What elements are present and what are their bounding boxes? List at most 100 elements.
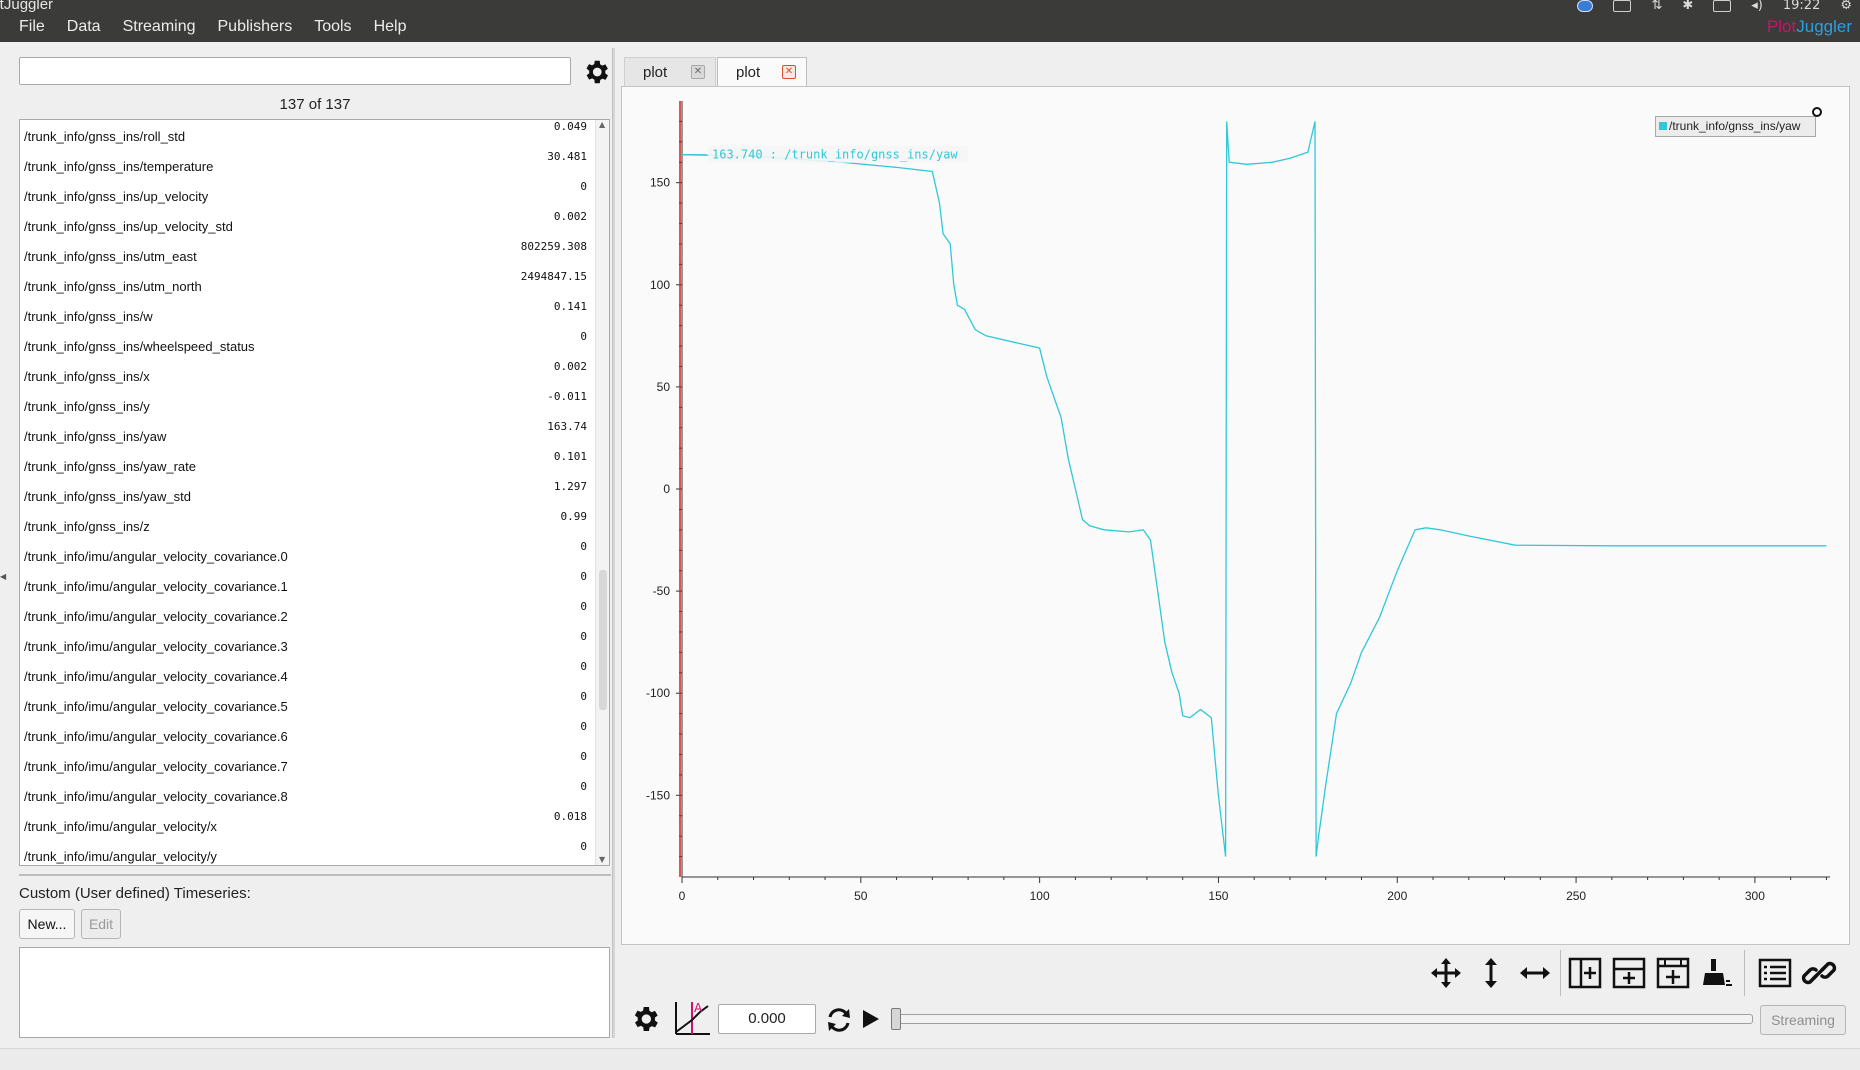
close-tab-icon[interactable]: ✕	[782, 65, 796, 79]
x-tick-label: 50	[854, 889, 868, 903]
clock[interactable]: 19:22	[1783, 0, 1820, 13]
teamviewer-icon[interactable]	[1577, 0, 1594, 12]
menu-help[interactable]: Help	[363, 16, 418, 38]
list-item[interactable]: /trunk_info/gnss_ins/yaw_rate 0.101	[20, 450, 593, 480]
time-reference-icon[interactable]: A	[672, 998, 712, 1038]
new-custom-button[interactable]: New...	[19, 909, 75, 939]
x-tick-label: 200	[1387, 889, 1407, 903]
timeseries-list[interactable]: /trunk_info/gnss_ins/roll_std 0.049/trunk…	[19, 119, 610, 866]
series-value: 1.297	[553, 480, 587, 493]
series-value: 0	[580, 570, 587, 583]
split-vertical-icon[interactable]	[1611, 955, 1647, 991]
menu-publishers[interactable]: Publishers	[207, 16, 304, 38]
list-item[interactable]: /trunk_info/gnss_ins/z 0.99	[20, 510, 593, 540]
list-item[interactable]: /trunk_info/gnss_ins/x 0.002	[20, 360, 593, 390]
panel-divider	[19, 874, 611, 876]
list-item[interactable]: /trunk_info/gnss_ins/up_velocity_std 0.00…	[20, 210, 593, 240]
zoom-vertical-icon[interactable]	[1473, 955, 1509, 991]
list-item[interactable]: /trunk_info/imu/angular_velocity_covaria…	[20, 600, 593, 630]
series-value: 0	[580, 630, 587, 643]
series-value: 0.101	[553, 450, 587, 463]
menu-tools[interactable]: Tools	[303, 16, 362, 38]
link-axes-icon[interactable]	[1801, 955, 1837, 991]
series-line-yaw[interactable]	[681, 121, 1827, 857]
menu-data[interactable]: Data	[56, 16, 112, 38]
zoom-pan-icon[interactable]	[1428, 955, 1464, 991]
menu-streaming[interactable]: Streaming	[112, 16, 207, 38]
list-item[interactable]: /trunk_info/gnss_ins/roll_std 0.049	[20, 120, 593, 150]
list-item[interactable]: /trunk_info/imu/angular_velocity_covaria…	[20, 780, 593, 810]
list-item[interactable]: /trunk_info/gnss_ins/yaw 163.74	[20, 420, 593, 450]
settings-gear-icon[interactable]: ⚙	[1840, 0, 1852, 13]
network-icon[interactable]: ⇅	[1651, 0, 1662, 13]
series-value: 0.018	[553, 810, 587, 823]
list-item[interactable]: /trunk_info/gnss_ins/w 0.141	[20, 300, 593, 330]
splitter-handle[interactable]	[612, 48, 615, 1038]
time-value-field[interactable]: 0.000	[718, 1004, 816, 1034]
list-item[interactable]: /trunk_info/gnss_ins/up_velocity 0	[20, 180, 593, 210]
battery-icon[interactable]	[1713, 0, 1732, 12]
scroll-up-icon[interactable]: ▲	[599, 120, 607, 130]
series-name: /trunk_info/gnss_ins/w	[24, 309, 153, 324]
plot-legend[interactable]: /trunk_info/gnss_ins/yaw	[1655, 116, 1816, 137]
series-name: /trunk_info/imu/angular_velocity_covaria…	[24, 639, 288, 654]
tab-plot-1[interactable]: plot ✕	[624, 57, 716, 87]
scroll-down-icon[interactable]: ▼	[599, 855, 607, 865]
list-scrollbar[interactable]: ▲ ▼	[595, 120, 609, 865]
playback-settings-gear-icon[interactable]	[629, 1003, 661, 1035]
series-name: /trunk_info/gnss_ins/utm_east	[24, 249, 197, 264]
toolbar-separator	[1744, 950, 1745, 996]
zoom-horizontal-icon[interactable]	[1517, 955, 1553, 991]
window-title: PlotJuggler	[0, 0, 54, 13]
series-name: /trunk_info/gnss_ins/y	[24, 399, 150, 414]
plot-area[interactable]: 0 50 100 150 200 250 300 150 100 50 0 -50 -100 -150 16…	[621, 86, 1850, 945]
brand-logo: PlotJuggler	[1767, 17, 1852, 37]
series-name: /trunk_info/gnss_ins/utm_north	[24, 279, 202, 294]
list-item[interactable]: /trunk_info/gnss_ins/yaw_std 1.297	[20, 480, 593, 510]
streaming-button[interactable]: Streaming	[1760, 1005, 1846, 1035]
list-item[interactable]: /trunk_info/imu/angular_velocity_covaria…	[20, 720, 593, 750]
list-item[interactable]: /trunk_info/imu/angular_velocity_covaria…	[20, 570, 593, 600]
list-item[interactable]: /trunk_info/imu/angular_velocity_covaria…	[20, 630, 593, 660]
series-value: 2494847.15	[520, 270, 587, 283]
series-value: 0	[580, 780, 587, 793]
series-value: 0	[580, 720, 587, 733]
time-slider-handle[interactable]	[891, 1008, 901, 1030]
legend-move-handle-icon[interactable]	[1812, 107, 1822, 117]
bluetooth-icon[interactable]: ✱	[1682, 0, 1693, 13]
edit-custom-button[interactable]: Edit	[81, 909, 121, 939]
plot-canvas[interactable]: 0 50 100 150 200 250 300 150 100 50 0 -50 -100 -150 16…	[622, 87, 1851, 946]
split-horizontal-icon[interactable]	[1567, 955, 1603, 991]
scroll-thumb[interactable]	[599, 570, 607, 710]
list-item[interactable]: /trunk_info/gnss_ins/utm_east 802259.308	[20, 240, 593, 270]
list-item[interactable]: /trunk_info/imu/angular_velocity_covaria…	[20, 690, 593, 720]
tab-plot-2[interactable]: plot ✕	[717, 57, 807, 87]
list-item[interactable]: /trunk_info/imu/angular_velocity/y 0	[20, 840, 593, 865]
list-item[interactable]: /trunk_info/gnss_ins/y -0.011	[20, 390, 593, 420]
list-item[interactable]: /trunk_info/gnss_ins/temperature 30.481	[20, 150, 593, 180]
clear-plots-broom-icon[interactable]	[1699, 955, 1735, 991]
custom-timeseries-list[interactable]	[19, 947, 610, 1038]
system-tray: ⇅ ✱ ◂) 19:22 ⚙	[1577, 0, 1852, 13]
filter-input[interactable]	[19, 57, 571, 85]
new-tab-grid-icon[interactable]	[1655, 955, 1691, 991]
volume-icon[interactable]: ◂)	[1751, 0, 1763, 13]
list-item[interactable]: /trunk_info/gnss_ins/utm_north 2494847.15	[20, 270, 593, 300]
dock-collapse-icon[interactable]: ◀	[0, 572, 6, 581]
list-item[interactable]: /trunk_info/imu/angular_velocity_covaria…	[20, 660, 593, 690]
list-item[interactable]: /trunk_info/imu/angular_velocity_covaria…	[20, 540, 593, 570]
series-value: 0	[580, 690, 587, 703]
series-name: /trunk_info/imu/angular_velocity_covaria…	[24, 759, 288, 774]
menu-file[interactable]: File	[8, 16, 56, 38]
play-icon[interactable]	[860, 1007, 882, 1031]
loop-icon[interactable]	[824, 1005, 854, 1035]
list-item[interactable]: /trunk_info/imu/angular_velocity/x 0.018	[20, 810, 593, 840]
close-tab-icon[interactable]: ✕	[691, 65, 705, 79]
time-slider[interactable]	[898, 1014, 1753, 1024]
list-item[interactable]: /trunk_info/gnss_ins/wheelspeed_status 0	[20, 330, 593, 360]
keyboard-icon[interactable]	[1613, 0, 1632, 12]
filter-settings-gear-icon[interactable]	[581, 57, 611, 87]
list-item[interactable]: /trunk_info/imu/angular_velocity_covaria…	[20, 750, 593, 780]
series-value: 802259.308	[520, 240, 587, 253]
toggle-legend-list-icon[interactable]	[1757, 955, 1793, 991]
